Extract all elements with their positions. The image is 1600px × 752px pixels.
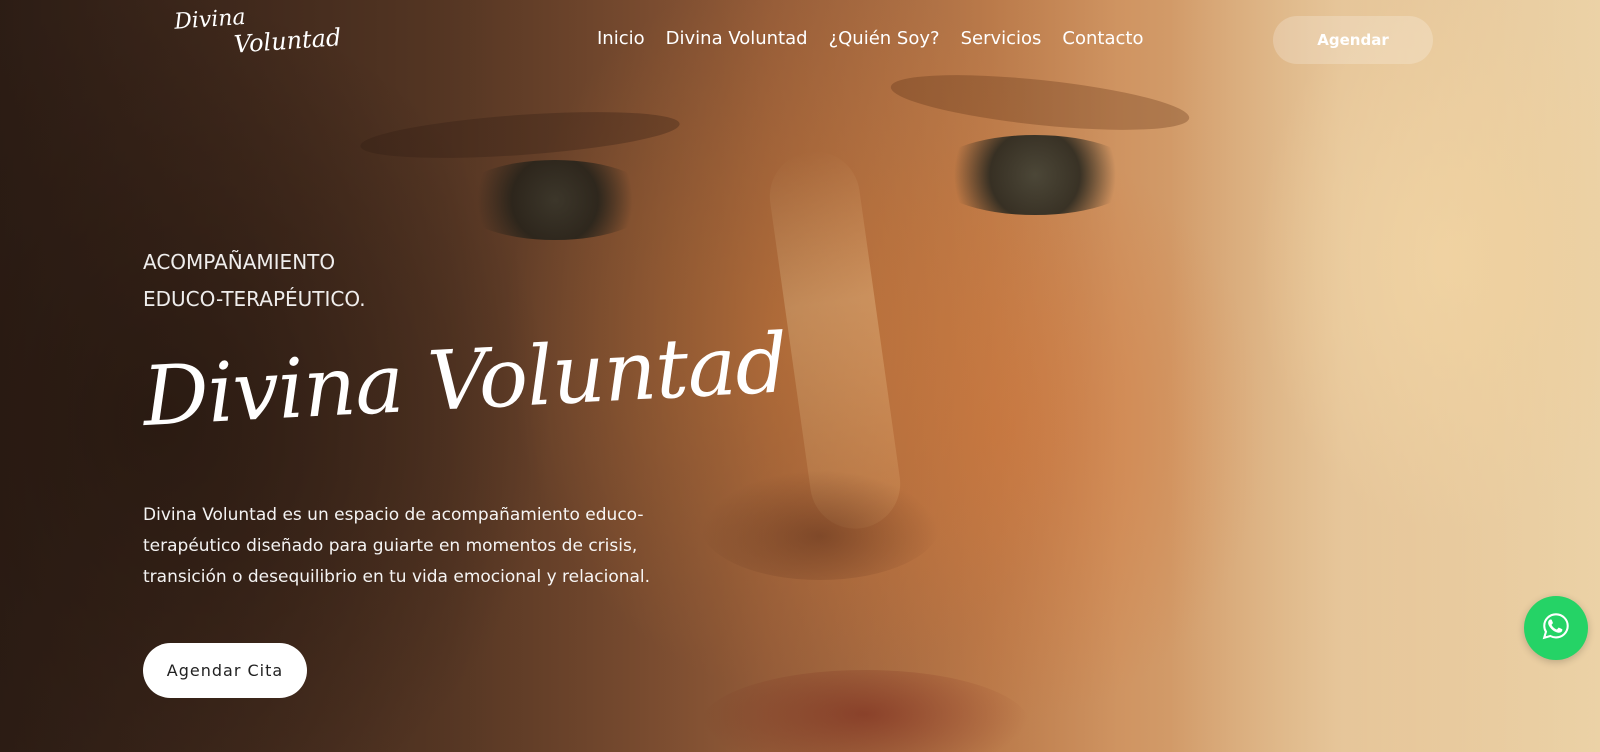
- nav-contacto[interactable]: Contacto: [1062, 28, 1143, 49]
- hero-kicker: ACOMPAÑAMIENTO EDUCO-TERAPÉUTICO.: [143, 244, 366, 318]
- whatsapp-icon: [1541, 611, 1571, 645]
- nav-inicio[interactable]: Inicio: [597, 28, 645, 49]
- header-agendar-button[interactable]: Agendar: [1273, 16, 1433, 64]
- agendar-cita-button[interactable]: Agendar Cita: [143, 643, 307, 698]
- hero-kicker-line-2: EDUCO-TERAPÉUTICO.: [143, 287, 366, 311]
- site-logo[interactable]: Divina Voluntad: [173, 0, 342, 62]
- nav-divina-voluntad[interactable]: Divina Voluntad: [666, 28, 808, 49]
- whatsapp-button[interactable]: [1524, 596, 1588, 660]
- main-nav: Inicio Divina Voluntad ¿Quién Soy? Servi…: [597, 28, 1143, 49]
- nav-servicios[interactable]: Servicios: [961, 28, 1042, 49]
- hero-kicker-line-1: ACOMPAÑAMIENTO: [143, 250, 336, 274]
- hero-description: Divina Voluntad es un espacio de acompañ…: [143, 505, 651, 587]
- nav-quien-soy[interactable]: ¿Quién Soy?: [829, 28, 940, 49]
